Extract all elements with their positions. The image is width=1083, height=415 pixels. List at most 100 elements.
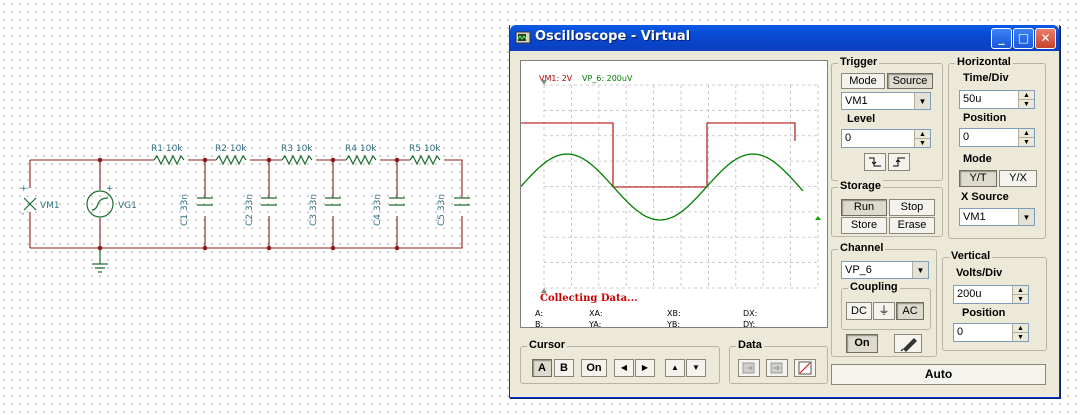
capacitor-c4[interactable] [389, 160, 405, 248]
ac-coupling-button[interactable]: AC [896, 302, 924, 320]
circuit-schematic: + - VM1 + VG1 R1 10k R2 10k R3 10k R4 10… [20, 144, 470, 273]
chevron-down-icon: ▼ [912, 262, 928, 278]
cursor-up-button[interactable]: ▲ [665, 359, 685, 377]
close-button[interactable]: ✕ [1035, 28, 1056, 49]
data-group: Data [729, 339, 828, 384]
trigger-level-label: Level [847, 113, 876, 125]
c1-label: C1 33n [180, 194, 190, 226]
run-button[interactable]: Run [841, 199, 887, 216]
resistor-r2[interactable] [215, 154, 247, 166]
spin-up-icon[interactable]: ▲ [1012, 286, 1028, 295]
spin-down-icon[interactable]: ▼ [1018, 137, 1034, 146]
oscilloscope-window: Oscilloscope - Virtual _ □ ✕ VM1: 2V VP_… [509, 25, 1060, 398]
trigger-source-select[interactable]: VM1 ▼ [841, 92, 931, 110]
spin-up-icon[interactable]: ▲ [914, 130, 930, 139]
c4-label: C4 33n [373, 194, 383, 226]
auto-button[interactable]: Auto [831, 364, 1046, 385]
title-bar[interactable]: Oscilloscope - Virtual _ □ ✕ [510, 25, 1059, 51]
channel-color-button[interactable] [894, 334, 922, 353]
generator-label: VG1 [118, 201, 137, 211]
spin-down-icon[interactable]: ▼ [1012, 294, 1028, 303]
ch2-marker-icon [815, 216, 821, 220]
r1-label: R1 10k [151, 144, 183, 154]
h-position-label: Position [963, 112, 1007, 124]
cursor-a-button[interactable]: A [532, 359, 552, 377]
erase-button[interactable]: Erase [889, 217, 935, 234]
h-position-spinbox[interactable]: 0 ▲ ▼ [959, 128, 1035, 147]
spin-up-icon[interactable]: ▲ [1018, 129, 1034, 138]
v-position-value: 0 [957, 326, 964, 338]
ground-coupling-button[interactable]: ⏚ [873, 302, 895, 320]
data-chart-button[interactable] [794, 359, 816, 377]
resistor-r3[interactable] [281, 154, 313, 166]
save-file-icon [770, 362, 783, 374]
cursor-xb-field: XB: [667, 309, 681, 318]
resistor-r5[interactable] [409, 154, 441, 166]
voltsdiv-value: 200u [957, 288, 982, 300]
spin-down-icon[interactable]: ▼ [914, 138, 930, 147]
falling-edge-button[interactable] [864, 153, 886, 171]
timediv-spinbox[interactable]: 50u ▲ ▼ [959, 90, 1035, 109]
cursor-b-button[interactable]: B [554, 359, 574, 377]
chart-icon [798, 361, 812, 375]
data-open-button[interactable] [738, 359, 760, 377]
open-file-icon [742, 362, 755, 374]
v-position-spinbox[interactable]: 0 ▲ ▼ [953, 323, 1029, 342]
spin-down-icon[interactable]: ▼ [1012, 332, 1028, 341]
oscilloscope-app-icon [515, 31, 531, 44]
v-position-label: Position [962, 307, 1006, 319]
xsource-label: X Source [961, 191, 1009, 203]
cursor-left-button[interactable]: ◀ [614, 359, 634, 377]
falling-edge-icon [869, 157, 881, 167]
chevron-down-icon: ▼ [1018, 209, 1034, 225]
dc-coupling-button[interactable]: DC [846, 302, 872, 320]
trigger-mode-button[interactable]: Mode [841, 73, 885, 89]
rising-edge-icon [893, 157, 905, 167]
channel-select[interactable]: VP_6 ▼ [841, 261, 929, 279]
capacitor-c5[interactable] [454, 197, 470, 206]
capacitor-c3[interactable] [325, 160, 341, 248]
spin-up-icon[interactable]: ▲ [1018, 91, 1034, 100]
timediv-label: Time/Div [963, 72, 1009, 84]
cursor-on-button[interactable]: On [581, 359, 607, 377]
generator-plus: + [106, 184, 114, 194]
signal-generator-symbol[interactable] [86, 190, 114, 218]
r2-label: R2 10k [215, 144, 247, 154]
cursor-right-button[interactable]: ▶ [635, 359, 655, 377]
capacitor-c2[interactable] [261, 160, 277, 248]
trigger-source-button[interactable]: Source [887, 73, 933, 89]
xsource-value: VM1 [963, 211, 986, 223]
voltsdiv-label: Volts/Div [956, 267, 1003, 279]
window-title: Oscilloscope - Virtual [535, 29, 691, 44]
data-save-button[interactable] [766, 359, 788, 377]
c2-label: C2 33n [245, 194, 255, 226]
data-title: Data [736, 339, 764, 351]
trigger-level-spinbox[interactable]: 0 ▲ ▼ [841, 129, 931, 148]
cursor-ya-field: YA: [589, 320, 602, 329]
yx-mode-button[interactable]: Y/X [999, 170, 1037, 187]
storage-title: Storage [838, 180, 883, 192]
spin-down-icon[interactable]: ▼ [1018, 99, 1034, 108]
stop-button[interactable]: Stop [889, 199, 935, 216]
cursor-down-button[interactable]: ▼ [686, 359, 706, 377]
voltsdiv-spinbox[interactable]: 200u ▲ ▼ [953, 285, 1029, 304]
minimize-button[interactable]: _ [991, 28, 1012, 49]
store-button[interactable]: Store [841, 217, 887, 234]
cursor-title: Cursor [527, 339, 568, 351]
rising-edge-button[interactable] [888, 153, 910, 171]
xsource-select[interactable]: VM1 ▼ [959, 208, 1035, 226]
capacitor-c1[interactable] [197, 160, 213, 248]
yt-mode-button[interactable]: Y/T [959, 170, 997, 187]
horizontal-title: Horizontal [955, 56, 1013, 68]
resistor-r1[interactable] [153, 154, 185, 166]
h-position-value: 0 [963, 131, 970, 143]
channel-on-button[interactable]: On [846, 334, 878, 353]
vertical-title: Vertical [949, 250, 993, 262]
spin-up-icon[interactable]: ▲ [1012, 324, 1028, 333]
ground-icon [92, 248, 108, 273]
resistor-r4[interactable] [345, 154, 377, 166]
scope-screen[interactable]: VM1: 2V VP_6: 200uV Collecting Data... A… [520, 60, 828, 329]
cursor-yb-field: YB: [667, 320, 681, 329]
maximize-button[interactable]: □ [1013, 28, 1034, 49]
voltmeter-symbol[interactable] [23, 197, 37, 211]
